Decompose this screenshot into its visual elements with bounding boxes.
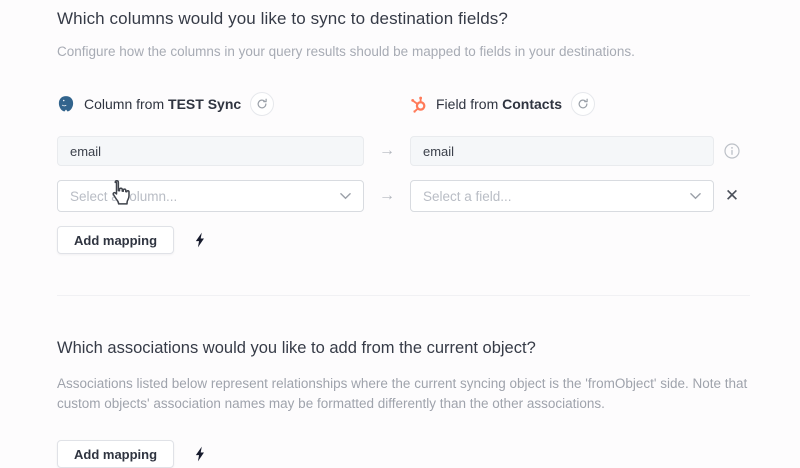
mapping-arrow-cell <box>364 142 410 160</box>
arrow-right-icon <box>379 142 395 160</box>
info-icon[interactable] <box>724 143 740 159</box>
postgresql-icon <box>57 95 75 113</box>
refresh-icon <box>256 98 268 110</box>
source-column-select[interactable]: Select a column... <box>57 180 364 212</box>
lightning-bolt-icon[interactable] <box>195 446 206 462</box>
mapping-remove-cell <box>714 186 750 206</box>
associations-actions-row: Add mapping <box>57 440 750 468</box>
source-column-header-label: Column from TEST Sync <box>84 96 241 112</box>
arrow-right-icon <box>379 187 395 205</box>
source-name: TEST Sync <box>168 96 241 112</box>
destination-field-header-label: Field from Contacts <box>436 96 562 112</box>
associations-section-title: Which associations would you like to add… <box>57 338 750 359</box>
source-column-input[interactable] <box>57 136 364 166</box>
destination-header-prefix: Field from <box>436 96 498 112</box>
refresh-destination-fields-button[interactable] <box>571 92 595 116</box>
destination-field-select[interactable]: Select a field... <box>410 180 714 212</box>
add-association-mapping-button[interactable]: Add mapping <box>57 440 174 468</box>
source-column-select-placeholder: Select a column... <box>70 189 177 204</box>
mapping-arrow-cell <box>364 187 410 205</box>
chevron-down-icon <box>690 192 701 200</box>
hubspot-icon <box>410 96 427 113</box>
mapping-info-cell <box>714 143 750 159</box>
columns-section-subtitle: Configure how the columns in your query … <box>57 44 750 60</box>
columns-section-title: Which columns would you like to sync to … <box>57 8 750 30</box>
columns-section: Which columns would you like to sync to … <box>57 8 750 296</box>
destination-field-select-placeholder: Select a field... <box>423 189 512 204</box>
lightning-bolt-icon[interactable] <box>195 232 206 248</box>
refresh-icon <box>577 98 589 110</box>
associations-section-description: Associations listed below represent rela… <box>57 374 750 414</box>
destination-field-input[interactable] <box>410 136 714 166</box>
remove-mapping-icon[interactable] <box>725 186 739 206</box>
columns-actions-row: Add mapping <box>57 226 750 254</box>
source-column-header: Column from TEST Sync <box>57 92 364 116</box>
page-content: Which columns would you like to sync to … <box>0 0 800 468</box>
destination-field-header: Field from Contacts <box>410 92 714 116</box>
source-header-prefix: Column from <box>84 96 164 112</box>
refresh-source-columns-button[interactable] <box>250 92 274 116</box>
section-divider <box>57 295 750 296</box>
associations-section: Which associations would you like to add… <box>57 338 750 468</box>
mapping-grid: Column from TEST Sync <box>57 92 750 212</box>
destination-name: Contacts <box>502 96 562 112</box>
sync-mapping-config-page: Which columns would you like to sync to … <box>0 0 800 468</box>
add-mapping-button[interactable]: Add mapping <box>57 226 174 254</box>
chevron-down-icon <box>340 192 351 200</box>
